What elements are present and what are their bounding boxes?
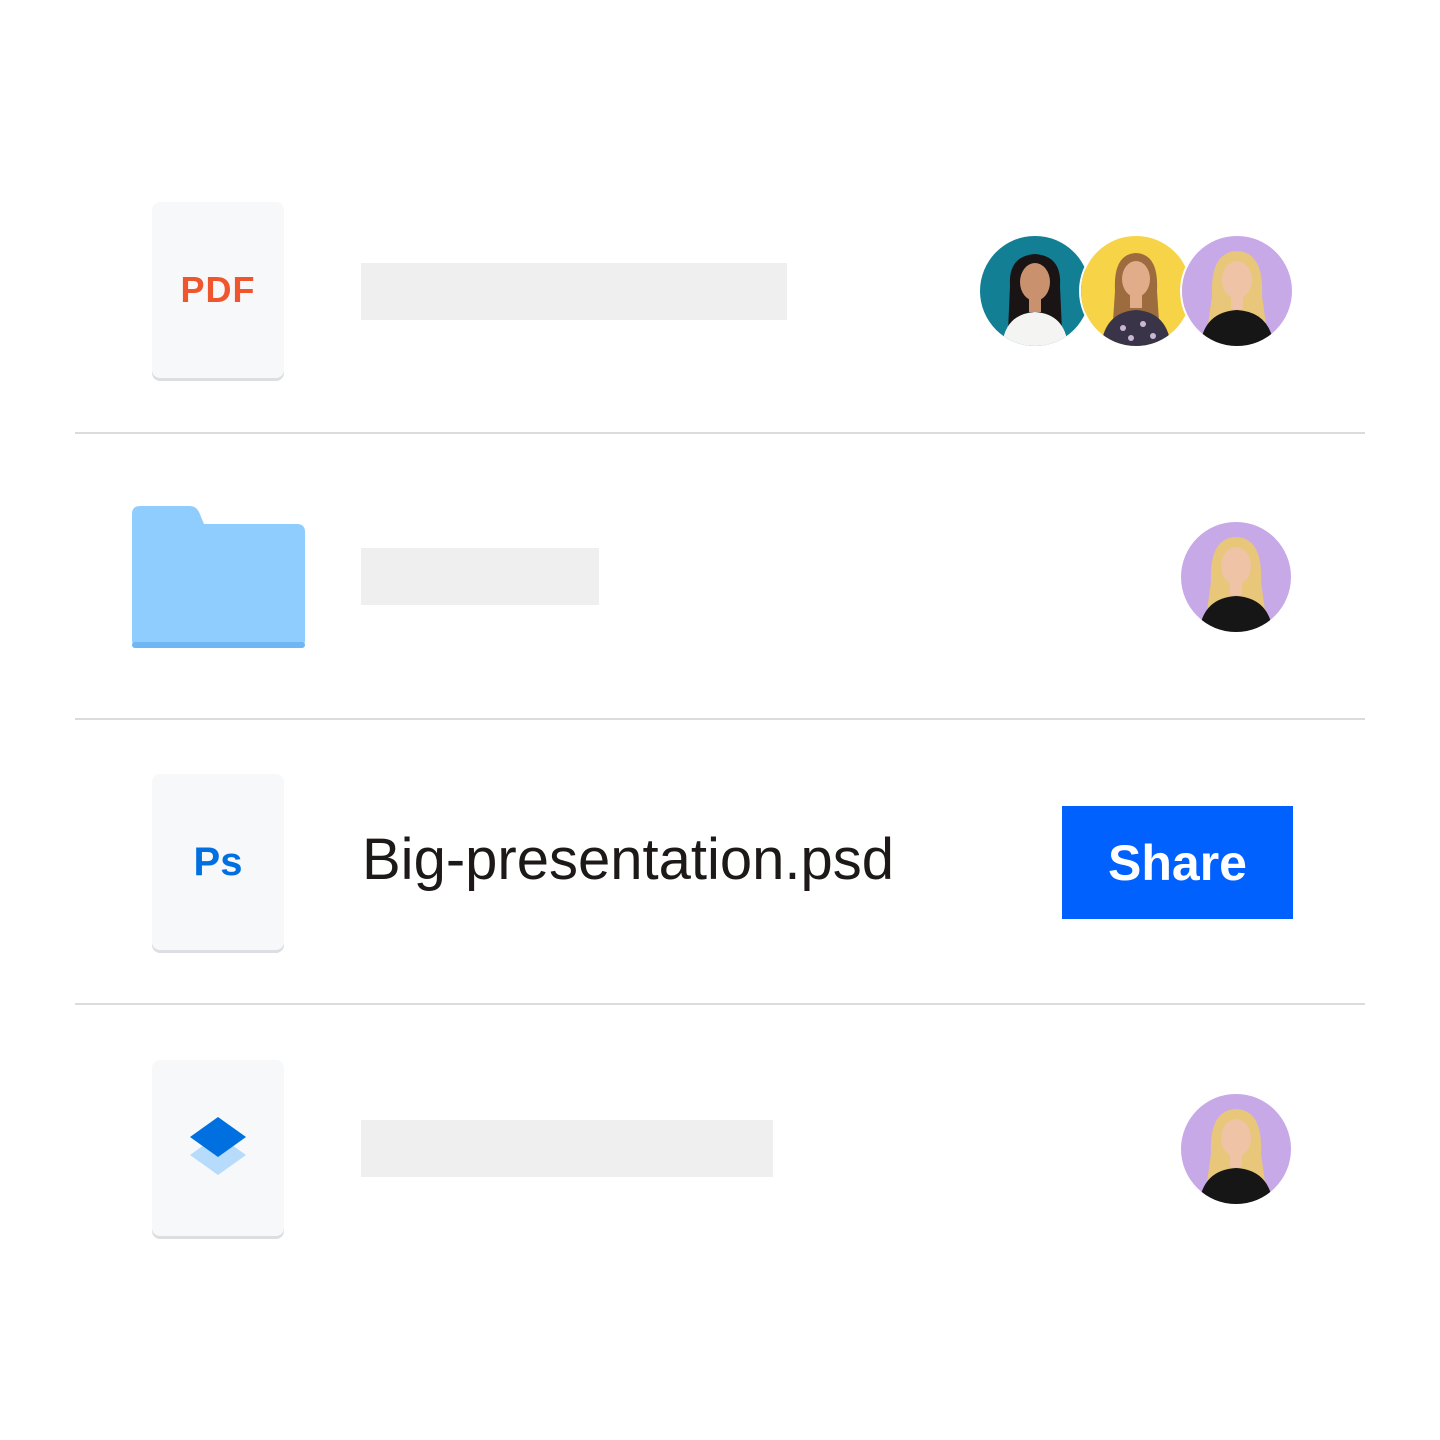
layers-icon	[190, 1117, 246, 1175]
collaborator-avatars	[1179, 1092, 1294, 1206]
collaborator-avatars	[1179, 520, 1294, 634]
folder-name-placeholder	[361, 548, 599, 605]
file-row-folder[interactable]	[0, 434, 1440, 720]
avatar-lavender[interactable]	[1179, 520, 1293, 634]
file-name-placeholder	[361, 263, 787, 320]
file-list: PDF Ps Big-presentation.psd Share	[0, 0, 1440, 1440]
folder-icon	[132, 506, 305, 648]
row-divider	[75, 1003, 1365, 1005]
share-button[interactable]: Share	[1062, 806, 1293, 919]
file-name-placeholder	[361, 1120, 773, 1177]
file-row-pdf[interactable]: PDF	[0, 148, 1440, 434]
file-row-layers[interactable]	[0, 1006, 1440, 1292]
collaborator-avatars	[978, 234, 1294, 348]
layers-file-icon	[152, 1060, 284, 1236]
avatar-lavender[interactable]	[1179, 1092, 1293, 1206]
avatar-lavender[interactable]	[1180, 234, 1294, 348]
avatar-teal[interactable]	[978, 234, 1092, 348]
photoshop-file-icon: Ps	[152, 774, 284, 950]
pdf-type-label: PDF	[180, 269, 256, 310]
ps-type-label: Ps	[193, 839, 243, 884]
pdf-file-icon: PDF	[152, 202, 284, 378]
file-name: Big-presentation.psd	[362, 827, 894, 892]
file-row-psd[interactable]: Ps Big-presentation.psd Share	[0, 720, 1440, 1006]
avatar-yellow[interactable]	[1079, 234, 1193, 348]
